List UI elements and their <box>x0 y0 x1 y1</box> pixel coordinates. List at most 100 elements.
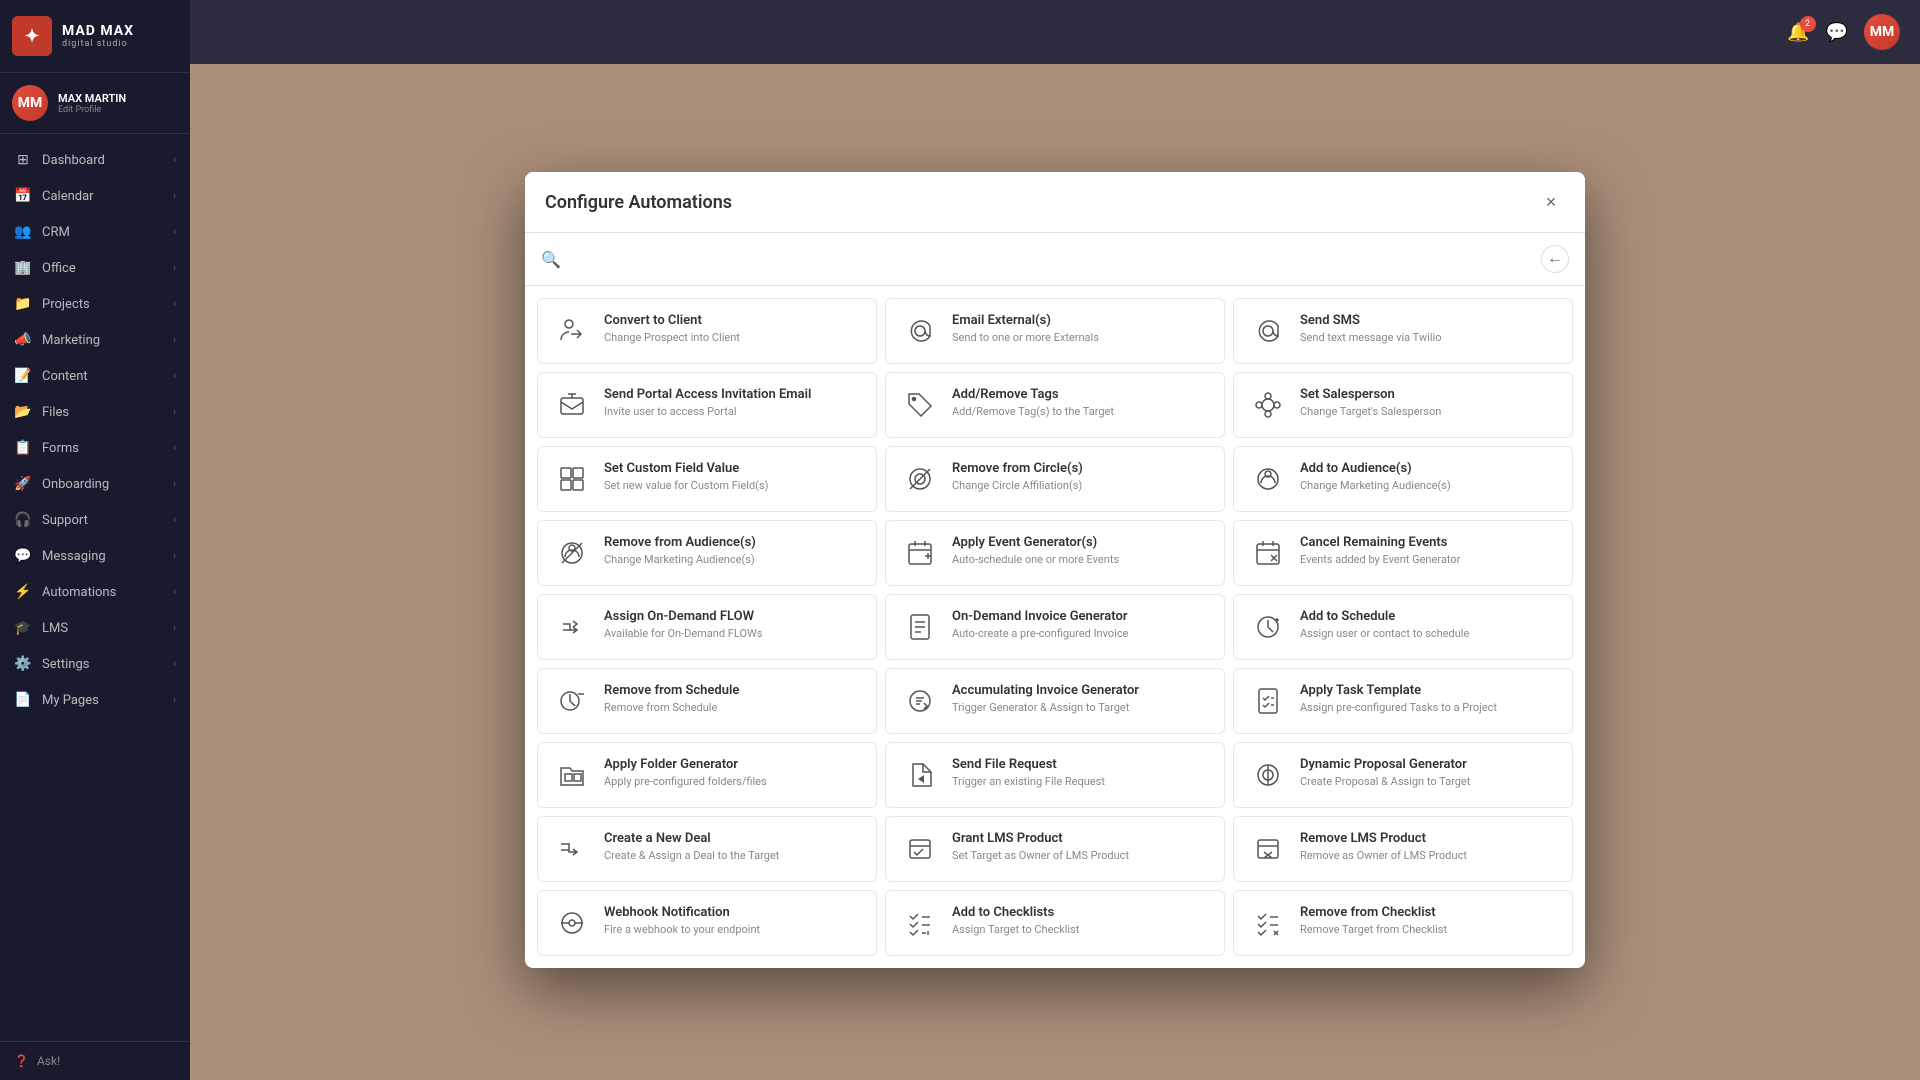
folder-generator-icon <box>554 757 590 793</box>
automation-card-text: Accumulating Invoice Generator Trigger G… <box>952 683 1139 714</box>
automation-description: Assign pre-configured Tasks to a Project <box>1300 701 1497 714</box>
automation-card-send-portal-invitation[interactable]: Send Portal Access Invitation Email Invi… <box>537 372 877 438</box>
automation-description: Send to one or more Externals <box>952 331 1099 344</box>
automation-card-text: Grant LMS Product Set Target as Owner of… <box>952 831 1129 862</box>
salesperson-icon <box>1250 387 1286 423</box>
automation-card-dynamic-proposal[interactable]: Dynamic Proposal Generator Create Propos… <box>1233 742 1573 808</box>
modal-close-button[interactable]: × <box>1537 188 1565 216</box>
automation-description: Assign user or contact to schedule <box>1300 627 1469 640</box>
automation-card-text: Convert to Client Change Prospect into C… <box>604 313 740 344</box>
automation-description: Auto-schedule one or more Events <box>952 553 1119 566</box>
automation-description: Change Target's Salesperson <box>1300 405 1441 418</box>
automation-title: Remove from Circle(s) <box>952 461 1083 476</box>
automation-description: Create & Assign a Deal to the Target <box>604 849 779 862</box>
email-at-icon <box>902 313 938 349</box>
automation-card-text: Email External(s) Send to one or more Ex… <box>952 313 1099 344</box>
automation-card-assign-on-demand-flow[interactable]: Assign On-Demand FLOW Available for On-D… <box>537 594 877 660</box>
automation-title: Remove from Schedule <box>604 683 739 698</box>
automation-card-grant-lms-product[interactable]: Grant LMS Product Set Target as Owner of… <box>885 816 1225 882</box>
automation-card-convert-to-client[interactable]: Convert to Client Change Prospect into C… <box>537 298 877 364</box>
automation-description: Assign Target to Checklist <box>952 923 1079 936</box>
automation-card-email-externals[interactable]: Email External(s) Send to one or more Ex… <box>885 298 1225 364</box>
automation-card-send-file-request[interactable]: Send File Request Trigger an existing Fi… <box>885 742 1225 808</box>
automation-card-remove-from-audiences[interactable]: Remove from Audience(s) Change Marketing… <box>537 520 877 586</box>
checklist-add-icon <box>902 905 938 941</box>
automation-card-accumulating-invoice[interactable]: Accumulating Invoice Generator Trigger G… <box>885 668 1225 734</box>
automation-card-text: Dynamic Proposal Generator Create Propos… <box>1300 757 1470 788</box>
automation-card-remove-from-circle[interactable]: Remove from Circle(s) Change Circle Affi… <box>885 446 1225 512</box>
automation-title: Add to Checklists <box>952 905 1079 920</box>
automation-title: Remove from Audience(s) <box>604 535 756 550</box>
automation-card-text: Add to Checklists Assign Target to Check… <box>952 905 1079 936</box>
automation-card-text: Set Salesperson Change Target's Salesper… <box>1300 387 1441 418</box>
automation-description: Remove from Schedule <box>604 701 739 714</box>
automation-card-text: Create a New Deal Create & Assign a Deal… <box>604 831 779 862</box>
automation-card-apply-event-generator[interactable]: Apply Event Generator(s) Auto-schedule o… <box>885 520 1225 586</box>
automation-card-webhook-notification[interactable]: Webhook Notification Fire a webhook to y… <box>537 890 877 956</box>
automation-card-text: Apply Event Generator(s) Auto-schedule o… <box>952 535 1119 566</box>
automation-card-text: Remove from Audience(s) Change Marketing… <box>604 535 756 566</box>
automation-description: Fire a webhook to your endpoint <box>604 923 760 936</box>
automation-description: Apply pre-configured folders/files <box>604 775 767 788</box>
automation-title: Cancel Remaining Events <box>1300 535 1460 550</box>
tag-icon <box>902 387 938 423</box>
modal-header: Configure Automations × <box>525 172 1585 233</box>
automation-card-add-to-audiences[interactable]: Add to Audience(s) Change Marketing Audi… <box>1233 446 1573 512</box>
automation-card-text: Webhook Notification Fire a webhook to y… <box>604 905 760 936</box>
automation-card-add-to-checklists[interactable]: Add to Checklists Assign Target to Check… <box>885 890 1225 956</box>
automation-card-remove-lms-product[interactable]: Remove LMS Product Remove as Owner of LM… <box>1233 816 1573 882</box>
automation-description: Trigger Generator & Assign to Target <box>952 701 1139 714</box>
automation-description: Set new value for Custom Field(s) <box>604 479 768 492</box>
portal-email-icon <box>554 387 590 423</box>
automation-card-create-new-deal[interactable]: Create a New Deal Create & Assign a Deal… <box>537 816 877 882</box>
automation-description: Create Proposal & Assign to Target <box>1300 775 1470 788</box>
cancel-events-icon <box>1250 535 1286 571</box>
automation-title: On-Demand Invoice Generator <box>952 609 1128 624</box>
automation-card-remove-from-schedule[interactable]: Remove from Schedule Remove from Schedul… <box>537 668 877 734</box>
audience-remove-icon <box>554 535 590 571</box>
automation-card-add-remove-tags[interactable]: Add/Remove Tags Add/Remove Tag(s) to the… <box>885 372 1225 438</box>
automation-card-send-sms[interactable]: Send SMS Send text message via Twilio <box>1233 298 1573 364</box>
automation-title: Send Portal Access Invitation Email <box>604 387 811 402</box>
automation-card-text: Assign On-Demand FLOW Available for On-D… <box>604 609 762 640</box>
audience-add-icon <box>1250 461 1286 497</box>
automation-title: Send SMS <box>1300 313 1441 328</box>
automation-description: Add/Remove Tag(s) to the Target <box>952 405 1114 418</box>
automation-card-cancel-remaining-events[interactable]: Cancel Remaining Events Events added by … <box>1233 520 1573 586</box>
automation-description: Change Marketing Audience(s) <box>604 553 756 566</box>
automation-card-on-demand-invoice[interactable]: On-Demand Invoice Generator Auto-create … <box>885 594 1225 660</box>
automation-description: Change Prospect into Client <box>604 331 740 344</box>
circle-remove-icon <box>902 461 938 497</box>
modal-title: Configure Automations <box>545 192 732 213</box>
automation-card-set-salesperson[interactable]: Set Salesperson Change Target's Salesper… <box>1233 372 1573 438</box>
webhook-icon <box>554 905 590 941</box>
automation-card-text: Send Portal Access Invitation Email Invi… <box>604 387 811 418</box>
automation-card-remove-from-checklist[interactable]: Remove from Checklist Remove Target from… <box>1233 890 1573 956</box>
automation-card-text: Remove from Checklist Remove Target from… <box>1300 905 1447 936</box>
automation-description: Auto-create a pre-configured Invoice <box>952 627 1128 640</box>
automation-card-text: Cancel Remaining Events Events added by … <box>1300 535 1460 566</box>
automation-card-apply-folder-generator[interactable]: Apply Folder Generator Apply pre-configu… <box>537 742 877 808</box>
automation-card-text: Remove LMS Product Remove as Owner of LM… <box>1300 831 1467 862</box>
checklist-remove-icon <box>1250 905 1286 941</box>
automation-description: Remove as Owner of LMS Product <box>1300 849 1467 862</box>
configure-automations-modal: Configure Automations × 🔍 ← Convert to C… <box>525 172 1585 968</box>
automation-description: Trigger an existing File Request <box>952 775 1105 788</box>
schedule-remove-icon <box>554 683 590 719</box>
automation-card-add-to-schedule[interactable]: Add to Schedule Assign user or contact t… <box>1233 594 1573 660</box>
invoice-icon <box>902 609 938 645</box>
deal-icon <box>554 831 590 867</box>
automation-card-text: Set Custom Field Value Set new value for… <box>604 461 768 492</box>
back-button[interactable]: ← <box>1541 245 1569 273</box>
automation-card-set-custom-field[interactable]: Set Custom Field Value Set new value for… <box>537 446 877 512</box>
flow-icon <box>554 609 590 645</box>
search-input[interactable] <box>571 251 1531 267</box>
automation-description: Set Target as Owner of LMS Product <box>952 849 1129 862</box>
modal-search-bar: 🔍 ← <box>525 233 1585 286</box>
lms-remove-icon <box>1250 831 1286 867</box>
automation-title: Apply Folder Generator <box>604 757 767 772</box>
automation-title: Accumulating Invoice Generator <box>952 683 1139 698</box>
automation-card-apply-task-template[interactable]: Apply Task Template Assign pre-configure… <box>1233 668 1573 734</box>
search-icon: 🔍 <box>541 250 561 269</box>
automation-card-text: Add to Audience(s) Change Marketing Audi… <box>1300 461 1451 492</box>
